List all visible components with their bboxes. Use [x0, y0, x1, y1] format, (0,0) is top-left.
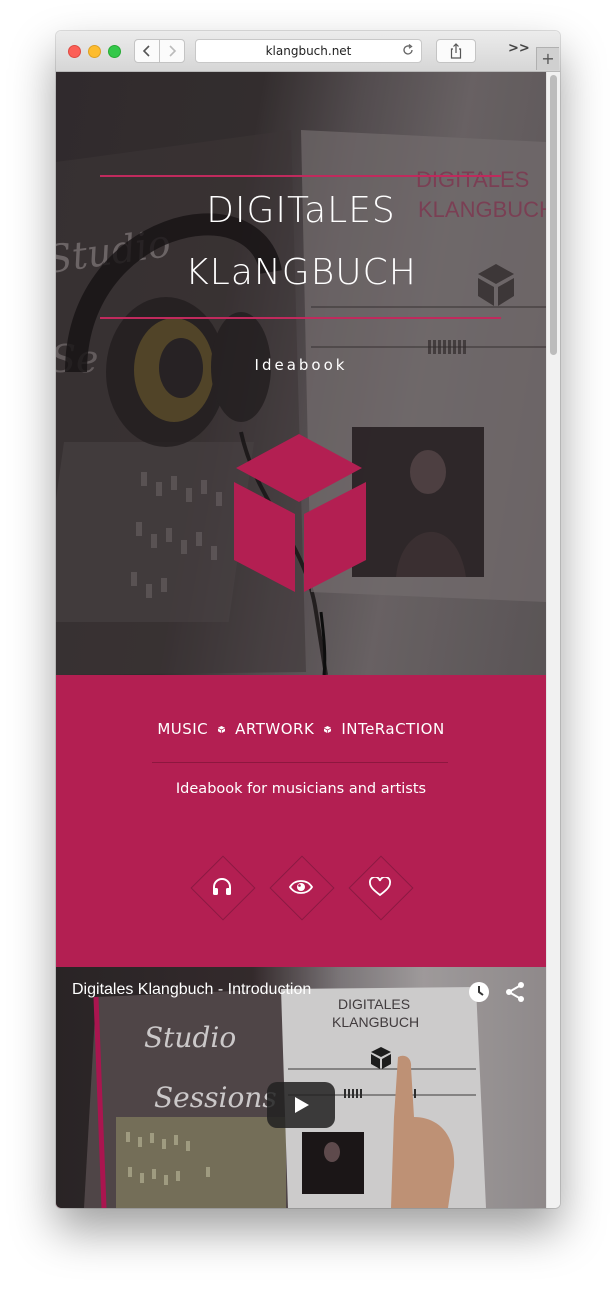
cube-bullet-icon [324, 725, 332, 733]
chevron-right-icon [169, 45, 177, 57]
category-interaction: INTeRaCTION [341, 720, 445, 738]
page-scrollbar[interactable] [546, 72, 560, 1208]
hero-title-line-2: KLaNGBUCH [185, 252, 417, 293]
eye-icon [289, 875, 313, 899]
page-viewport: Studio Se DIGITALES KLANGBUCH [56, 72, 546, 1208]
hero-title-line-1: DIGITaLES [206, 190, 396, 231]
cube-bullet-icon [218, 725, 226, 733]
reload-icon[interactable] [401, 43, 415, 57]
share-button[interactable] [436, 39, 476, 63]
watch-later-icon[interactable] [468, 981, 490, 1003]
close-window-button[interactable] [68, 45, 81, 58]
band-divider [152, 762, 448, 763]
category-list: MUSIC ARTWORK INTeRaCTION [56, 720, 546, 738]
address-bar[interactable]: klangbuch.net [195, 39, 422, 63]
new-tab-button[interactable]: + [536, 47, 559, 70]
chevron-left-icon [142, 45, 150, 57]
share-icon [450, 43, 462, 59]
category-artwork: ARTWORK [235, 720, 315, 738]
headphones-icon [210, 875, 234, 899]
hero-title-top-rule [100, 175, 501, 177]
back-button[interactable] [134, 39, 160, 63]
video-embed[interactable]: Studio Sessions DIGITALES KLANGBUCH Digi… [56, 967, 546, 1208]
hero-title-bottom-rule [100, 317, 501, 319]
toolbar-overflow-button[interactable]: >> [508, 41, 530, 56]
play-icon [295, 1097, 309, 1113]
category-music: MUSIC [157, 720, 209, 738]
browser-toolbar: klangbuch.net >> + [56, 31, 560, 72]
heart-icon [368, 875, 392, 899]
share-icon[interactable] [504, 981, 526, 1003]
hero-section: Studio Se DIGITALES KLANGBUCH [56, 72, 546, 675]
forward-button[interactable] [159, 39, 185, 63]
play-button[interactable] [267, 1082, 335, 1128]
cube-logo-icon [234, 434, 366, 592]
zoom-window-button[interactable] [108, 45, 121, 58]
band-tagline: Ideabook for musicians and artists [175, 781, 427, 797]
scrollbar-thumb[interactable] [550, 75, 557, 355]
video-title[interactable]: Digitales Klangbuch - Introduction [72, 981, 311, 999]
minimize-window-button[interactable] [88, 45, 101, 58]
url-text: klangbuch.net [265, 44, 352, 58]
hero-subtitle: Ideabook [254, 356, 348, 374]
browser-window: klangbuch.net >> + Studio e DIGITALES KL… [56, 31, 560, 1208]
